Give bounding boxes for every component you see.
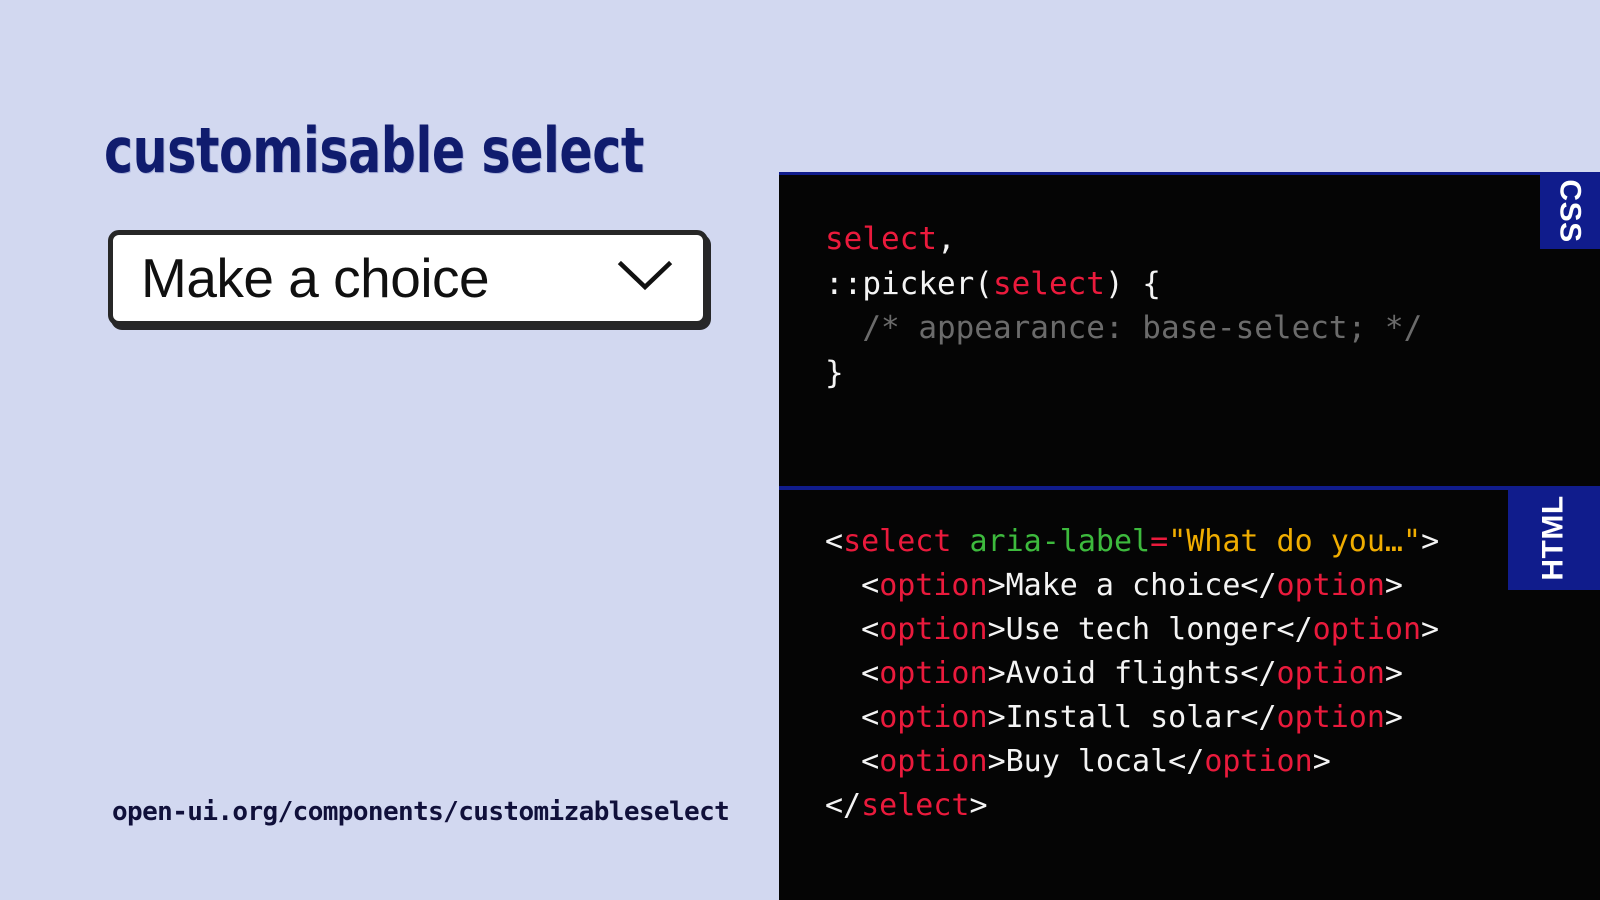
code-token: } [825, 354, 844, 391]
code-token: < [825, 656, 880, 691]
language-badge-html-label: HTML [1537, 495, 1570, 581]
page-title: customisable select [104, 113, 644, 187]
code-token: > [1421, 612, 1440, 647]
code-token: < [825, 700, 880, 735]
css-code-block: select, ::picker(select) { /* appearance… [825, 217, 1600, 395]
code-token: < [825, 612, 880, 647]
code-token: , [936, 221, 956, 257]
language-badge-html: HTML [1508, 486, 1600, 590]
code-panel: select, ::picker(select) { /* appearance… [779, 172, 1600, 900]
code-token: > [1384, 568, 1403, 603]
code-token: ::picker( [825, 265, 993, 302]
left-content-column: customisable select Make a choice open-u… [0, 0, 780, 900]
code-token: option [879, 612, 988, 647]
html-code-block: <select aria-label="What do you…"> <opti… [825, 520, 1600, 828]
css-code-section: select, ::picker(select) { /* appearance… [779, 175, 1600, 486]
code-token: option [1276, 568, 1385, 603]
code-token: > [1384, 700, 1403, 735]
code-token: < [825, 568, 880, 603]
code-token: >Make a choice</ [987, 568, 1277, 603]
code-token: < [825, 524, 844, 559]
chevron-down-icon [617, 259, 673, 298]
language-badge-css-label: CSS [1554, 178, 1587, 243]
code-token: = [1150, 524, 1169, 559]
footer-url[interactable]: open-ui.org/components/customizableselec… [112, 796, 780, 830]
code-token: </ [825, 788, 862, 823]
code-token: option [879, 568, 988, 603]
code-token: select [861, 788, 970, 823]
html-code-section: <select aria-label="What do you…"> <opti… [779, 486, 1600, 900]
customisable-select[interactable]: Make a choice [108, 230, 708, 326]
code-token: option [1312, 612, 1422, 647]
code-token: ) { [1104, 265, 1161, 302]
code-token: < [825, 744, 880, 779]
code-token: option [1276, 700, 1385, 735]
code-token: option [1276, 656, 1385, 691]
code-token: select [992, 265, 1105, 302]
code-token: > [1384, 656, 1403, 691]
code-token: option [1204, 744, 1313, 779]
code-token: option [879, 656, 988, 691]
code-token: "What do you…" [1168, 524, 1422, 559]
code-token: aria-label [969, 524, 1151, 559]
code-token: option [879, 700, 988, 735]
code-token: option [879, 744, 988, 779]
code-token: > [1421, 524, 1440, 559]
code-token: >Install solar</ [987, 700, 1277, 735]
code-token: > [969, 788, 988, 823]
select-selected-value: Make a choice [141, 246, 490, 309]
code-token: select [825, 221, 937, 257]
code-token: >Buy local</ [987, 744, 1205, 779]
code-token: /* appearance: base-select; */ [825, 310, 1423, 346]
code-token: select [843, 524, 952, 559]
code-token: > [1312, 744, 1331, 779]
code-token: >Use tech longer</ [987, 612, 1313, 647]
language-badge-css: CSS [1540, 172, 1600, 249]
code-token: >Avoid flights</ [987, 656, 1277, 691]
